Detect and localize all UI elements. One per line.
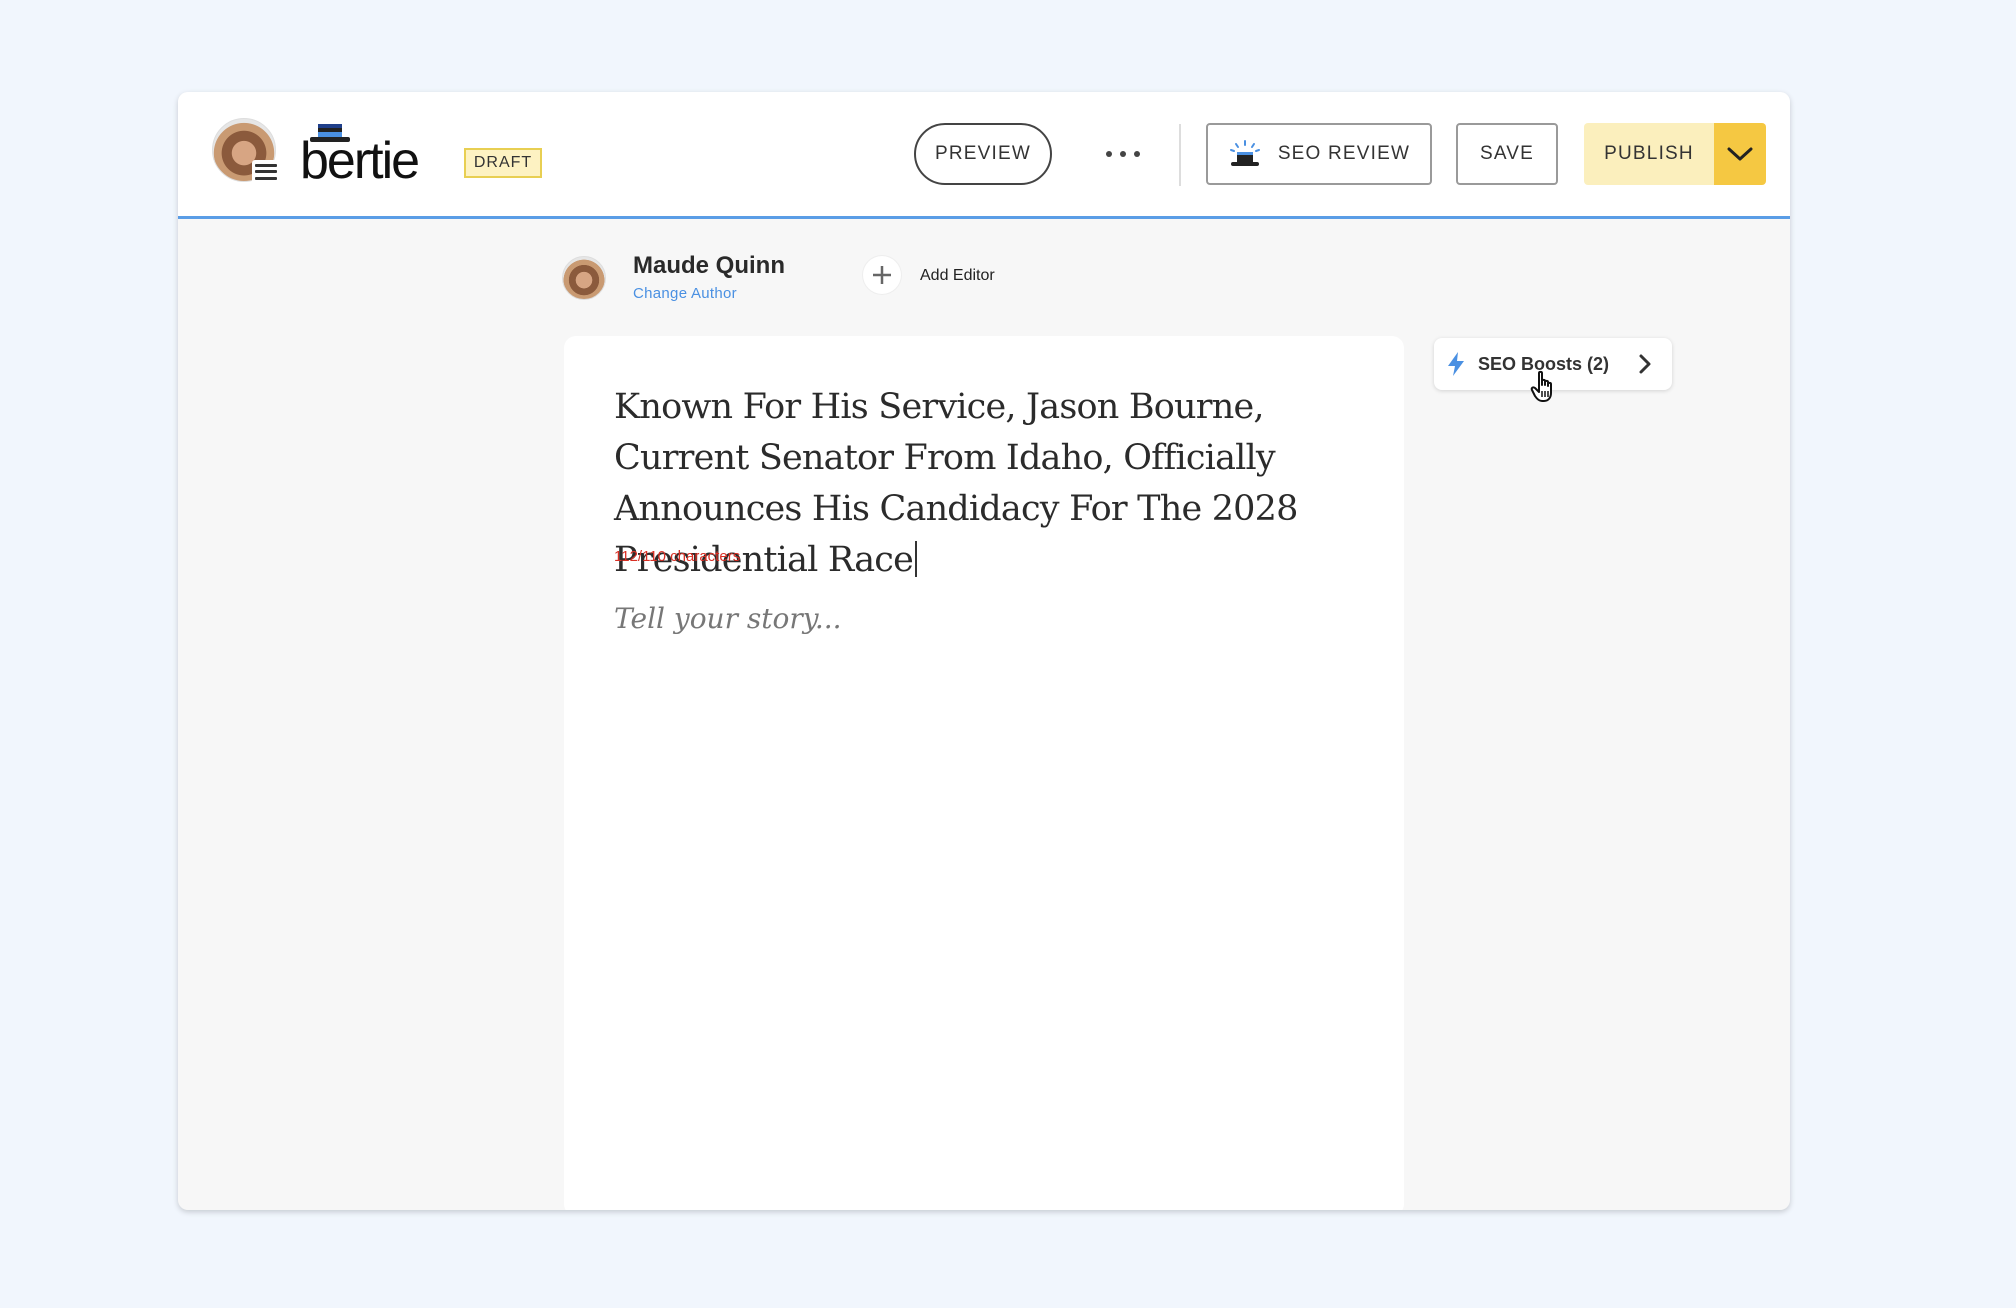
toolbar-divider: [1179, 124, 1181, 186]
ellipsis-icon[interactable]: [1106, 144, 1140, 164]
hamburger-menu-icon[interactable]: [252, 160, 280, 184]
add-editor-label[interactable]: Add Editor: [920, 267, 995, 285]
lightning-icon: [1448, 352, 1464, 376]
seo-review-button[interactable]: SEO REVIEW: [1206, 123, 1432, 185]
publish-button[interactable]: PUBLISH: [1584, 123, 1714, 185]
story-editor: Known For His Service, Jason Bourne, Cur…: [564, 336, 1404, 1210]
top-toolbar: bertie DRAFT PREVIEW SEO REVIEW SAVE PUB…: [178, 92, 1790, 219]
publish-split-button: PUBLISH: [1584, 123, 1766, 185]
app-window: bertie DRAFT PREVIEW SEO REVIEW SAVE PUB…: [178, 92, 1790, 1210]
chevron-right-icon: [1639, 354, 1651, 374]
add-editor-button[interactable]: [863, 256, 901, 294]
change-author-link[interactable]: Change Author: [633, 285, 737, 302]
author-name: Maude Quinn: [633, 252, 785, 279]
user-menu[interactable]: [212, 118, 280, 184]
publish-options-button[interactable]: [1714, 123, 1766, 185]
draft-status-badge: DRAFT: [464, 148, 542, 178]
pointer-hand-cursor-icon: [1530, 370, 1552, 402]
author-avatar: [562, 256, 606, 300]
hat-icon: [1229, 140, 1260, 166]
plus-icon: [873, 266, 891, 284]
chevron-down-icon: [1727, 147, 1753, 161]
story-body-input[interactable]: Tell your story...: [614, 602, 842, 635]
bertie-logo: bertie: [300, 124, 420, 186]
save-button[interactable]: SAVE: [1456, 123, 1558, 185]
seo-review-label: SEO REVIEW: [1277, 143, 1411, 164]
preview-button[interactable]: PREVIEW: [914, 123, 1052, 185]
text-caret: [915, 541, 917, 577]
headline-character-count: 112/110 characters: [614, 548, 741, 565]
svg-text:bertie: bertie: [300, 132, 418, 186]
